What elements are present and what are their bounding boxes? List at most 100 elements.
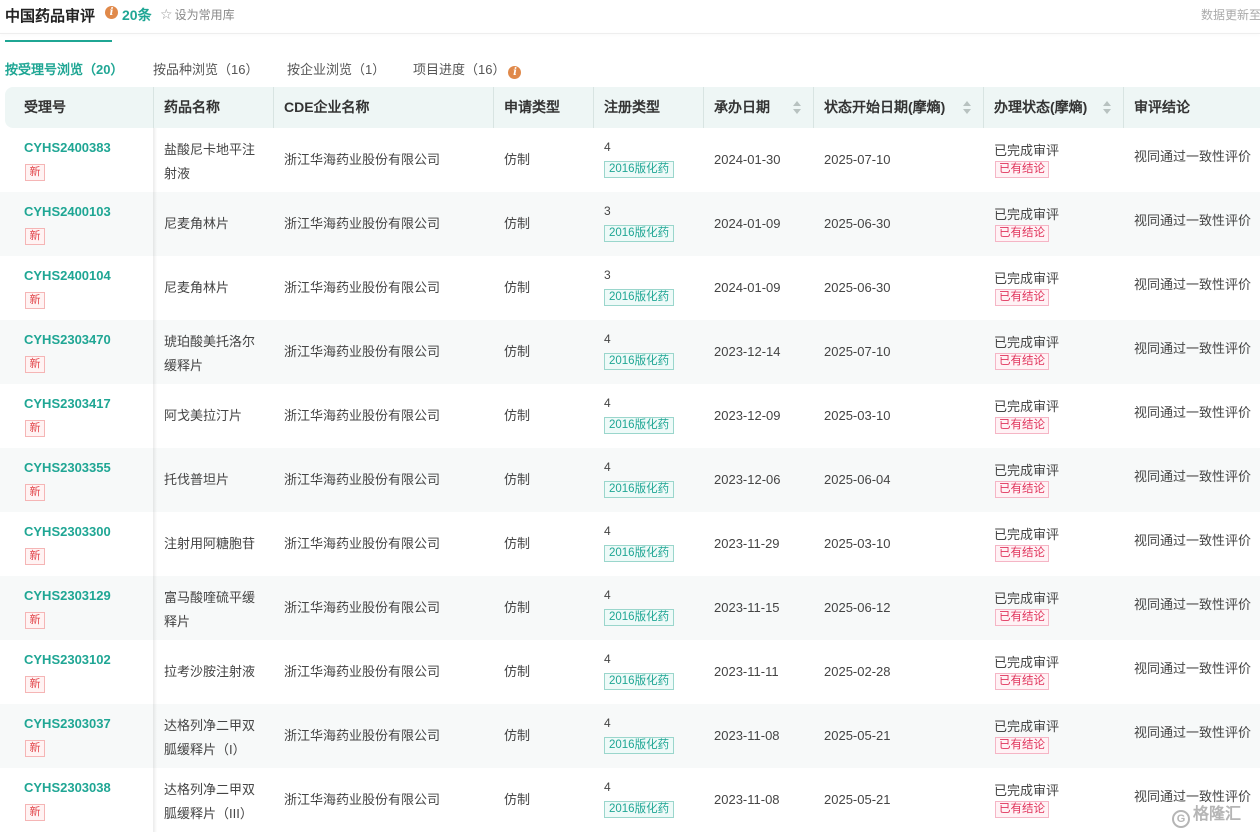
new-badge: 新	[25, 612, 45, 629]
conclusion-tag: 已有结论	[995, 289, 1049, 306]
column-header-conclusion: 审评结论	[1134, 99, 1190, 115]
application-type: 仿制	[504, 344, 531, 359]
company-name: 浙江华海药业股份有限公司	[284, 216, 441, 231]
registration-type-tag: 2016版化药	[604, 289, 675, 306]
registration-class: 4	[604, 524, 611, 538]
company-name: 浙江华海药业股份有限公司	[284, 600, 441, 615]
registration-class: 4	[604, 588, 611, 602]
table-row[interactable]: CYHS2400383 新 盐酸尼卡地平注射液 浙江华海药业股份有限公司 仿制 4 2016…	[0, 128, 1260, 192]
review-conclusion: 视同通过一致性评价	[1134, 661, 1252, 676]
divider	[0, 33, 1260, 34]
sort-icon[interactable]	[963, 101, 971, 115]
conclusion-tag: 已有结论	[995, 609, 1049, 626]
info-icon[interactable]: i	[105, 6, 118, 19]
drug-name: 阿戈美拉汀片	[164, 408, 243, 423]
application-type: 仿制	[504, 216, 531, 231]
company-name: 浙江华海药业股份有限公司	[284, 344, 441, 359]
column-divider	[273, 87, 274, 128]
table-row[interactable]: CYHS2303129 新 富马酸喹硫平缓释片 浙江华海药业股份有限公司 仿制 4 2016…	[0, 576, 1260, 640]
column-divider	[983, 87, 984, 128]
acceptance-no-link[interactable]: CYHS2303300	[24, 524, 111, 539]
acceptance-no-link[interactable]: CYHS2303355	[24, 460, 111, 475]
tab-by-company[interactable]: 按企业浏览（1）	[287, 59, 385, 78]
favorite-button[interactable]: ☆ 设为常用库	[160, 6, 235, 23]
registration-type-tag: 2016版化药	[604, 609, 675, 626]
tab-project-progress[interactable]: 项目进度（16） i	[413, 59, 522, 79]
registration-type-tag: 2016版化药	[604, 161, 675, 178]
column-divider	[703, 87, 704, 128]
sort-icon[interactable]	[1103, 101, 1111, 115]
tab-project-progress-label: 项目进度（16）	[413, 62, 506, 77]
table-row[interactable]: CYHS2303300 新 注射用阿糖胞苷 浙江华海药业股份有限公司 仿制 4 2016版化…	[0, 512, 1260, 576]
watermark-logo-icon: G	[1172, 810, 1190, 828]
registration-class: 4	[604, 716, 611, 730]
new-badge: 新	[25, 228, 45, 245]
conclusion-tag: 已有结论	[995, 545, 1049, 562]
handling-date: 2023-12-09	[714, 408, 781, 423]
acceptance-no-link[interactable]: CYHS2303470	[24, 332, 111, 347]
column-header-drug-name: 药品名称	[164, 99, 220, 115]
handling-date: 2023-12-06	[714, 472, 781, 487]
star-icon: ☆	[160, 6, 173, 22]
new-badge: 新	[25, 292, 45, 309]
table-row[interactable]: CYHS2400104 新 尼麦角林片 浙江华海药业股份有限公司 仿制 3 2016版化药 2…	[0, 256, 1260, 320]
acceptance-no-link[interactable]: CYHS2303037	[24, 716, 111, 731]
company-name: 浙江华海药业股份有限公司	[284, 408, 441, 423]
review-conclusion: 视同通过一致性评价	[1134, 277, 1252, 292]
acceptance-no-link[interactable]: CYHS2400383	[24, 140, 111, 155]
drug-name: 达格列净二甲双胍缓释片（III）	[164, 782, 256, 821]
acceptance-no-link[interactable]: CYHS2303102	[24, 652, 111, 667]
new-badge: 新	[25, 356, 45, 373]
review-conclusion: 视同通过一致性评价	[1134, 149, 1252, 164]
drug-name: 尼麦角林片	[164, 280, 230, 295]
page-title: 中国药品审评	[5, 8, 96, 25]
handling-status: 已完成审评	[994, 271, 1060, 286]
table-row[interactable]: CYHS2303037 新 达格列净二甲双胍缓释片（I） 浙江华海药业股份有限公司 仿制…	[0, 704, 1260, 768]
column-header-handling-status[interactable]: 办理状态(摩熵)	[994, 87, 1087, 128]
new-badge: 新	[25, 484, 45, 501]
status-start-date: 2025-05-21	[824, 792, 891, 807]
handling-status: 已完成审评	[994, 463, 1060, 478]
drug-name: 拉考沙胺注射液	[164, 664, 256, 679]
column-divider	[153, 87, 154, 128]
acceptance-no-link[interactable]: CYHS2303417	[24, 396, 111, 411]
table-row[interactable]: CYHS2303417 新 阿戈美拉汀片 浙江华海药业股份有限公司 仿制 4 2016版化药…	[0, 384, 1260, 448]
handling-status: 已完成审评	[994, 207, 1060, 222]
sort-icon[interactable]	[793, 101, 801, 115]
application-type: 仿制	[504, 152, 531, 167]
table-row[interactable]: CYHS2303038 新 达格列净二甲双胍缓释片（III） 浙江华海药业股份有限公司…	[0, 768, 1260, 832]
registration-type-tag: 2016版化药	[604, 353, 675, 370]
status-start-date: 2025-06-04	[824, 472, 891, 487]
column-header-status-start-date[interactable]: 状态开始日期(摩熵)	[824, 87, 945, 128]
table-row[interactable]: CYHS2303102 新 拉考沙胺注射液 浙江华海药业股份有限公司 仿制 4 2016版化…	[0, 640, 1260, 704]
result-count: 20条	[122, 7, 152, 23]
status-start-date: 2025-03-10	[824, 536, 891, 551]
table-row[interactable]: CYHS2303355 新 托伐普坦片 浙江华海药业股份有限公司 仿制 4 2016版化药 2…	[0, 448, 1260, 512]
info-icon[interactable]: i	[508, 66, 522, 79]
conclusion-tag: 已有结论	[995, 801, 1049, 818]
handling-date: 2023-12-14	[714, 344, 781, 359]
active-tab-indicator	[5, 40, 112, 42]
application-type: 仿制	[504, 664, 531, 679]
acceptance-no-link[interactable]: CYHS2303129	[24, 588, 111, 603]
handling-date: 2024-01-30	[714, 152, 781, 167]
table-row[interactable]: CYHS2303470 新 琥珀酸美托洛尔缓释片 浙江华海药业股份有限公司 仿制 4 201…	[0, 320, 1260, 384]
registration-class: 4	[604, 460, 611, 474]
tab-by-acceptance-no[interactable]: 按受理号浏览（20）	[5, 59, 123, 78]
handling-status: 已完成审评	[994, 335, 1060, 350]
handling-date: 2023-11-15	[714, 600, 780, 615]
registration-class: 4	[604, 332, 611, 346]
acceptance-no-link[interactable]: CYHS2303038	[24, 780, 111, 795]
acceptance-no-link[interactable]: CYHS2400104	[24, 268, 111, 283]
drug-name: 富马酸喹硫平缓释片	[164, 590, 256, 629]
review-conclusion: 视同通过一致性评价	[1134, 469, 1252, 484]
handling-date: 2023-11-08	[714, 728, 780, 743]
registration-type-tag: 2016版化药	[604, 673, 675, 690]
column-header-handling-date[interactable]: 承办日期	[714, 87, 770, 128]
status-start-date: 2025-02-28	[824, 664, 891, 679]
acceptance-no-link[interactable]: CYHS2400103	[24, 204, 111, 219]
column-header-application-type: 申请类型	[504, 99, 560, 115]
table-row[interactable]: CYHS2400103 新 尼麦角林片 浙江华海药业股份有限公司 仿制 3 2016版化药 2…	[0, 192, 1260, 256]
favorite-label: 设为常用库	[174, 8, 235, 22]
tab-by-variety[interactable]: 按品种浏览（16）	[153, 59, 258, 78]
